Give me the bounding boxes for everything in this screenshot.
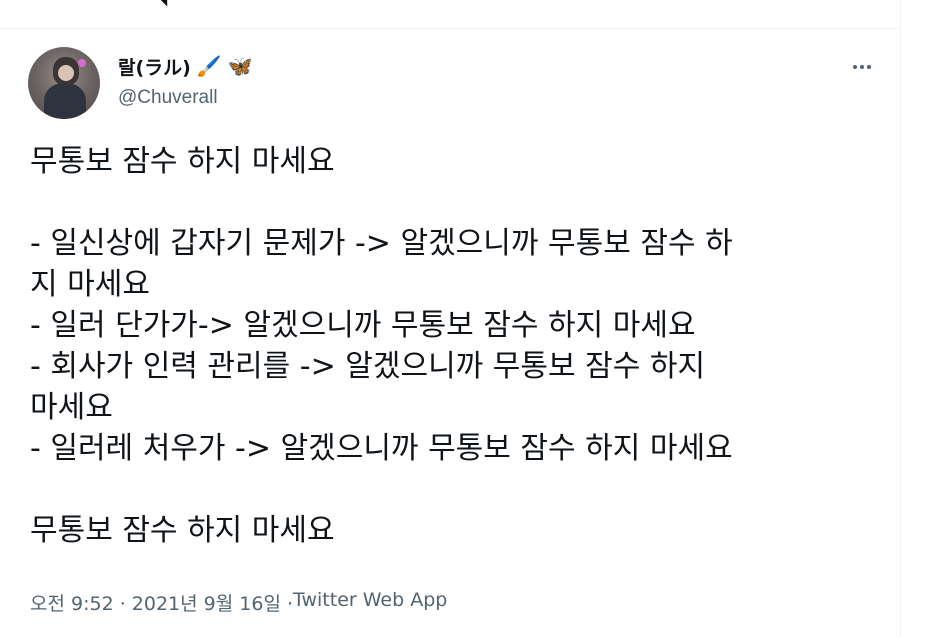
- tweet-line: - 일러레 처우가 -> 알겠으니까 무통보 잠수 하지 마세요: [30, 431, 733, 466]
- display-name[interactable]: 랄(ラル): [118, 53, 191, 80]
- more-horizontal-icon-dot-3: [867, 65, 871, 69]
- avatar-accent: [78, 59, 86, 67]
- paintbrush-icon: 🖌️: [196, 54, 222, 78]
- partial-glyph: ◥: [158, 0, 168, 8]
- more-options-button[interactable]: [847, 57, 877, 77]
- tweet-source-link[interactable]: Twitter Web App: [293, 589, 447, 616]
- more-horizontal-icon: [853, 65, 857, 69]
- author-name-row[interactable]: 랄(ラル) 🖌️ 🦋: [118, 53, 253, 79]
- more-horizontal-icon-dot-2: [860, 65, 864, 69]
- butterfly-icon: 🦋: [227, 54, 253, 78]
- tweet-line: - 일러 단가가-> 알겠으니까 무통보 잠수 하지 마세요: [30, 308, 696, 343]
- tweet-page: ◥ 랄(ラル) 🖌️ 🦋 @Chuverall 무통보 잠수 하지 마세요 - …: [0, 0, 940, 637]
- tweet-timestamp[interactable]: 오전 9:52 · 2021년 9월 16일 ·: [30, 589, 293, 616]
- tweet: 랄(ラル) 🖌️ 🦋 @Chuverall 무통보 잠수 하지 마세요 - 일신…: [0, 29, 900, 637]
- avatar-figure-body: [44, 83, 86, 119]
- author-handle[interactable]: @Chuverall: [118, 87, 218, 109]
- tweet-line: - 일신상에 갑자기 문제가 -> 알겠으니까 무통보 잠수 하: [30, 226, 733, 261]
- tweet-line: 마세요: [30, 390, 113, 425]
- tweet-line: - 회사가 인력 관리를 -> 알겠으니까 무통보 잠수 하지: [30, 349, 706, 384]
- avatar[interactable]: [28, 47, 100, 119]
- column-border: [900, 0, 901, 637]
- tweet-line: 지 마세요: [30, 267, 150, 302]
- tweet-metadata: 오전 9:52 · 2021년 9월 16일 · Twitter Web App: [30, 589, 447, 616]
- avatar-figure-face: [58, 65, 74, 81]
- tweet-line: 무통보 잠수 하지 마세요: [30, 513, 335, 548]
- previous-item-strip: ◥: [0, 0, 900, 29]
- tweet-text: 무통보 잠수 하지 마세요 - 일신상에 갑자기 문제가 -> 알겠으니까 무통…: [30, 141, 880, 551]
- tweet-line: 무통보 잠수 하지 마세요: [30, 144, 335, 179]
